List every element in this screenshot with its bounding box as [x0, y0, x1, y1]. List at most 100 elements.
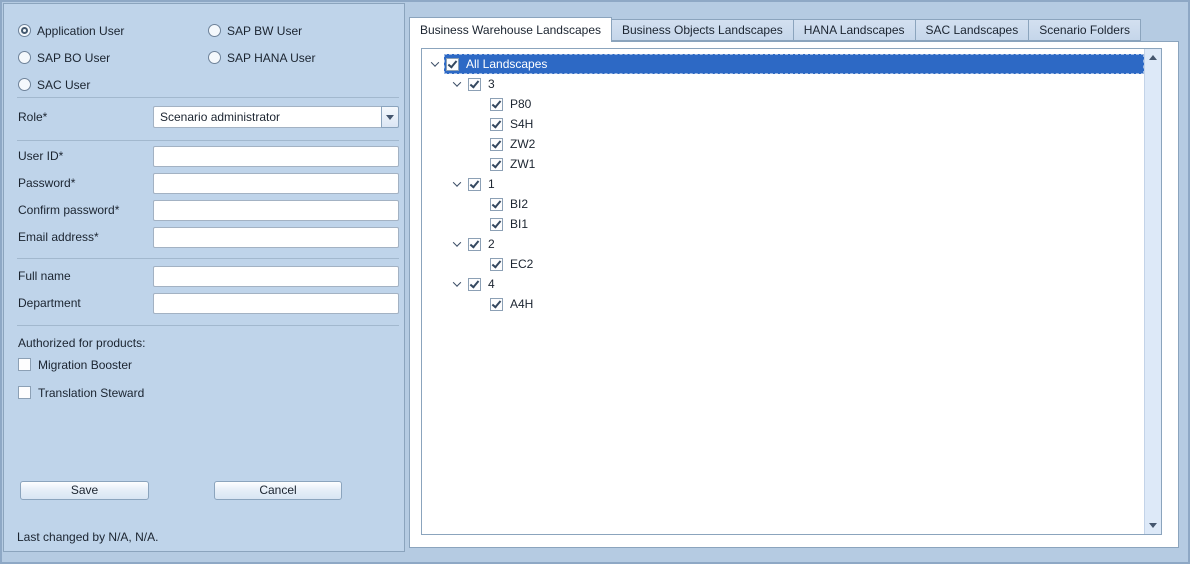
checkbox-icon [18, 386, 31, 399]
chevron-glyph [453, 178, 461, 186]
confirm-password-input[interactable] [153, 200, 399, 221]
checkbox-checked-icon[interactable] [490, 218, 503, 231]
chevron-down-icon[interactable] [448, 81, 466, 87]
checkbox-checked-icon[interactable] [490, 98, 503, 111]
checkbox-checked-icon[interactable] [490, 158, 503, 171]
check-glyph [492, 118, 502, 128]
checkbox-migration-booster[interactable]: Migration Booster [18, 357, 132, 372]
confirm-password-label: Confirm password* [18, 200, 119, 221]
tree-row-highlight: A4H [488, 294, 1144, 314]
tree-row-highlight: 1 [466, 174, 1144, 194]
tree-row-highlight: P80 [488, 94, 1144, 114]
tree-item-s4h[interactable]: S4H [422, 114, 1144, 134]
full-name-input[interactable] [153, 266, 399, 287]
tab-business-objects-landscapes[interactable]: Business Objects Landscapes [611, 19, 794, 41]
authorized-products-label: Authorized for products: [18, 333, 145, 354]
tree-item-a4h[interactable]: A4H [422, 294, 1144, 314]
separator [17, 97, 399, 98]
tree-item-3[interactable]: 3 [422, 74, 1144, 94]
user-id-label: User ID* [18, 146, 63, 167]
check-glyph [448, 58, 458, 68]
check-glyph [470, 178, 480, 188]
tree-row-highlight: ZW1 [488, 154, 1144, 174]
department-input[interactable] [153, 293, 399, 314]
cancel-button[interactable]: Cancel [214, 481, 342, 500]
check-glyph [470, 238, 480, 248]
separator [17, 325, 399, 326]
radio-sac-user[interactable]: SAC User [18, 77, 90, 92]
checkbox-checked-icon[interactable] [468, 238, 481, 251]
chevron-glyph [453, 278, 461, 286]
checkbox-translation-steward[interactable]: Translation Steward [18, 385, 144, 400]
landscape-tree: All Landscapes 3 P80 [422, 49, 1144, 534]
chevron-down-icon[interactable] [448, 281, 466, 287]
tree-item-label: P80 [510, 97, 531, 111]
department-label: Department [18, 293, 81, 314]
checkbox-checked-icon[interactable] [468, 78, 481, 91]
tree-item-bi2[interactable]: BI2 [422, 194, 1144, 214]
role-label: Role* [18, 106, 47, 128]
check-glyph [492, 158, 502, 168]
chevron-down-icon[interactable] [448, 181, 466, 187]
scroll-up-button[interactable] [1145, 49, 1162, 66]
checkbox-checked-icon[interactable] [468, 278, 481, 291]
tree-item-zw1[interactable]: ZW1 [422, 154, 1144, 174]
radio-application-user[interactable]: Application User [18, 23, 124, 38]
tree-scrollbar[interactable] [1144, 49, 1161, 534]
tree-row-highlight: S4H [488, 114, 1144, 134]
tree-row-highlight: ZW2 [488, 134, 1144, 154]
radio-icon [18, 51, 31, 64]
radio-sap-bo-user[interactable]: SAP BO User [18, 50, 110, 65]
tree-item-label: BI1 [510, 217, 528, 231]
tree-item-label: 3 [488, 77, 495, 91]
checkbox-checked-icon[interactable] [490, 298, 503, 311]
arrow-down-icon [1149, 523, 1157, 528]
radio-sap-bw-user[interactable]: SAP BW User [208, 23, 302, 38]
user-id-input[interactable] [153, 146, 399, 167]
landscape-tab-strip: Business Warehouse Landscapes Business O… [409, 17, 1141, 41]
checkbox-label: Translation Steward [38, 386, 144, 400]
tab-hana-landscapes[interactable]: HANA Landscapes [793, 19, 916, 41]
tree-item-label: EC2 [510, 257, 533, 271]
tree-item-ec2[interactable]: EC2 [422, 254, 1144, 274]
tree-item-2[interactable]: 2 [422, 234, 1144, 254]
chevron-down-icon[interactable] [426, 61, 444, 67]
checkbox-checked-icon[interactable] [490, 138, 503, 151]
tree-item-zw2[interactable]: ZW2 [422, 134, 1144, 154]
checkbox-checked-icon[interactable] [490, 118, 503, 131]
tree-row-highlight: 4 [466, 274, 1144, 294]
tree-row-highlight: BI1 [488, 214, 1144, 234]
chevron-glyph [453, 78, 461, 86]
checkbox-checked-icon[interactable] [490, 198, 503, 211]
password-input[interactable] [153, 173, 399, 194]
radio-icon [18, 78, 31, 91]
scroll-down-button[interactable] [1145, 517, 1162, 534]
tab-sac-landscapes[interactable]: SAC Landscapes [915, 19, 1030, 41]
radio-label: SAP HANA User [227, 51, 315, 65]
radio-label: Application User [37, 24, 124, 38]
radio-sap-hana-user[interactable]: SAP HANA User [208, 50, 315, 65]
chevron-down-icon[interactable] [448, 241, 466, 247]
role-combobox[interactable]: Scenario administrator [153, 106, 399, 128]
tree-item-4[interactable]: 4 [422, 274, 1144, 294]
radio-dot [21, 27, 28, 34]
tab-business-warehouse-landscapes[interactable]: Business Warehouse Landscapes [409, 17, 612, 42]
tree-item-all-landscapes[interactable]: All Landscapes [422, 54, 1144, 74]
role-combobox-dropdown-button[interactable] [381, 106, 399, 128]
checkbox-checked-icon[interactable] [446, 58, 459, 71]
role-combobox-value[interactable]: Scenario administrator [153, 106, 381, 128]
email-address-input[interactable] [153, 227, 399, 248]
tree-item-1[interactable]: 1 [422, 174, 1144, 194]
radio-label: SAP BO User [37, 51, 110, 65]
landscape-tree-panel: All Landscapes 3 P80 [421, 48, 1162, 535]
check-glyph [492, 258, 502, 268]
tree-item-p80[interactable]: P80 [422, 94, 1144, 114]
tab-scenario-folders[interactable]: Scenario Folders [1028, 19, 1141, 41]
check-glyph [492, 138, 502, 148]
tree-item-label: 1 [488, 177, 495, 191]
checkbox-checked-icon[interactable] [468, 178, 481, 191]
save-button[interactable]: Save [20, 481, 149, 500]
checkbox-checked-icon[interactable] [490, 258, 503, 271]
tree-item-bi1[interactable]: BI1 [422, 214, 1144, 234]
chevron-glyph [431, 58, 439, 66]
